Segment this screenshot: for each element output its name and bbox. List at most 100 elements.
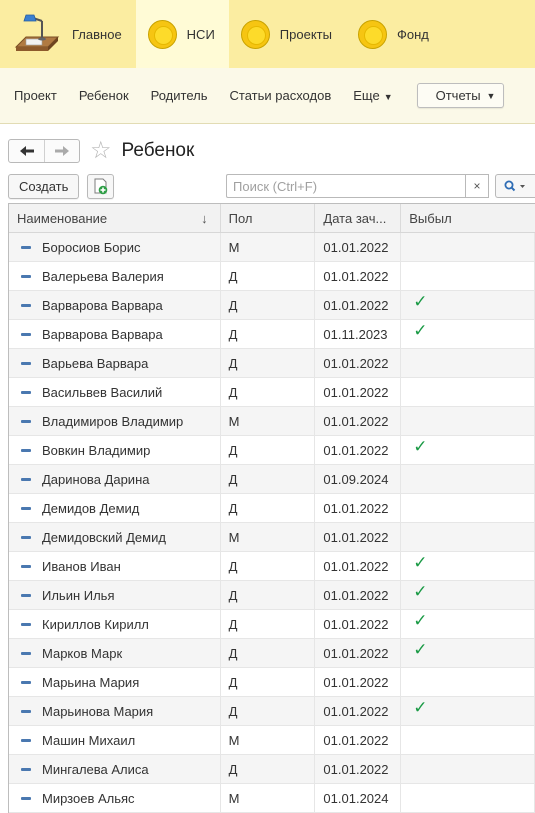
column-header-name[interactable]: Наименование ↓ (9, 204, 221, 232)
cell-left (401, 784, 535, 812)
coin-icon (357, 19, 387, 49)
search-input[interactable] (226, 174, 465, 198)
table-row[interactable]: Васильвев Василий Д 01.01.2022 (9, 378, 535, 407)
search-button[interactable] (495, 174, 535, 198)
cell-gender: Д (221, 291, 316, 319)
table-row[interactable]: Даринова Дарина Д 01.09.2024 (9, 465, 535, 494)
cell-gender: М (221, 784, 316, 812)
table-row[interactable]: Варварова Варвара Д 01.11.2023 ✓ (9, 320, 535, 349)
cell-left (401, 494, 535, 522)
column-header-gender[interactable]: Пол (221, 204, 316, 232)
cell-left: ✓ (401, 610, 535, 638)
catalog-item-icon (21, 593, 31, 597)
section-fund-label: Фонд (396, 26, 429, 42)
navigation-buttons (8, 139, 80, 163)
column-header-date[interactable]: Дата зач... (315, 204, 402, 232)
command-more[interactable]: Еще ▼ (353, 88, 392, 103)
cell-gender: Д (221, 581, 316, 609)
cell-date: 01.01.2022 (315, 668, 402, 696)
command-bar: Проект Ребенок Родитель Статьи расходов … (0, 68, 535, 124)
table-row[interactable]: Владимиров Владимир М 01.01.2022 (9, 407, 535, 436)
create-button[interactable]: Создать (8, 173, 80, 199)
clear-search-button[interactable]: × (465, 174, 489, 198)
table-row[interactable]: Марков Марк Д 01.01.2022 ✓ (9, 639, 535, 668)
cell-name: Демидовский Демид (9, 523, 221, 551)
child-name: Ильин Илья (42, 587, 115, 603)
section-nsi-label: НСИ (186, 26, 215, 42)
table-row[interactable]: Демидов Демид Д 01.01.2022 (9, 494, 535, 523)
table-row[interactable]: Мирзоев Альяс М 01.01.2024 (9, 784, 535, 813)
section-fund[interactable]: Фонд (346, 0, 443, 68)
command-expenses[interactable]: Статьи расходов (230, 88, 332, 103)
table-row[interactable]: Марьина Мария Д 01.01.2022 (9, 668, 535, 697)
page-title: Ребенок (121, 140, 195, 161)
catalog-item-icon (21, 535, 31, 539)
table-row[interactable]: Ильин Илья Д 01.01.2022 ✓ (9, 581, 535, 610)
column-header-left[interactable]: Выбыл (401, 204, 535, 232)
table-header: Наименование ↓ Пол Дата зач... Выбыл (9, 204, 535, 233)
copy-add-icon (94, 178, 107, 194)
cell-name: Марьинова Мария (9, 697, 221, 725)
back-button[interactable] (9, 140, 44, 162)
command-project[interactable]: Проект (14, 88, 57, 103)
section-nsi[interactable]: НСИ (135, 0, 229, 68)
cell-date: 01.01.2022 (315, 233, 402, 261)
child-name: Варварова Варвара (42, 297, 163, 313)
table-row[interactable]: Валерьева Валерия Д 01.01.2022 (9, 262, 535, 291)
command-parent[interactable]: Родитель (151, 88, 208, 103)
table-row[interactable]: Варьева Варвара Д 01.01.2022 (9, 349, 535, 378)
command-child[interactable]: Ребенок (79, 88, 129, 103)
table-row[interactable]: Варварова Варвара Д 01.01.2022 ✓ (9, 291, 535, 320)
cell-gender: Д (221, 465, 316, 493)
catalog-item-icon (21, 564, 31, 568)
child-name: Марьинова Мария (42, 703, 154, 719)
cell-gender: М (221, 523, 316, 551)
cell-date: 01.01.2022 (315, 378, 402, 406)
list-toolbar: Создать × (0, 171, 535, 201)
catalog-item-icon (21, 332, 31, 336)
cell-gender: Д (221, 697, 316, 725)
catalog-item-icon (21, 738, 31, 742)
section-main[interactable]: Главное (0, 0, 136, 68)
child-name: Демидовский Демид (42, 529, 166, 545)
table-row[interactable]: Машин Михаил М 01.01.2022 (9, 726, 535, 755)
table-row[interactable]: Марьинова Мария Д 01.01.2022 ✓ (9, 697, 535, 726)
section-projects[interactable]: Проекты (229, 0, 346, 68)
table-row[interactable]: Боросиов Борис М 01.01.2022 (9, 233, 535, 262)
cell-left (401, 726, 535, 754)
catalog-item-icon (21, 477, 31, 481)
checkmark-icon: ✓ (413, 640, 428, 659)
cell-left (401, 668, 535, 696)
forward-button[interactable] (44, 140, 79, 162)
cell-left: ✓ (401, 581, 535, 609)
reports-button[interactable]: Отчеты ▼ (416, 83, 505, 108)
cell-gender: Д (221, 378, 316, 406)
star-icon[interactable]: ☆ (90, 139, 112, 163)
cell-name: Машин Михаил (9, 726, 221, 754)
table-row[interactable]: Демидовский Демид М 01.01.2022 (9, 523, 535, 552)
child-name: Демидов Демид (42, 500, 140, 516)
table-row[interactable]: Вовкин Владимир Д 01.01.2022 ✓ (9, 436, 535, 465)
cell-name: Мингалева Алиса (9, 755, 221, 783)
table-row[interactable]: Кириллов Кирилл Д 01.01.2022 ✓ (9, 610, 535, 639)
cell-gender: Д (221, 639, 316, 667)
cell-name: Варварова Варвара (9, 291, 221, 319)
cell-left (401, 755, 535, 783)
cell-date: 01.01.2022 (315, 349, 402, 377)
chevron-down-icon: ▼ (383, 92, 393, 102)
cell-name: Демидов Демид (9, 494, 221, 522)
section-main-label: Главное (72, 26, 122, 42)
child-name: Мингалева Алиса (42, 761, 149, 777)
catalog-item-icon (21, 419, 31, 423)
checkmark-icon: ✓ (413, 611, 428, 630)
copy-button[interactable] (87, 173, 114, 199)
children-table: Наименование ↓ Пол Дата зач... Выбыл Бор… (8, 203, 535, 813)
table-row[interactable]: Мингалева Алиса Д 01.01.2022 (9, 755, 535, 784)
checkmark-icon: ✓ (413, 582, 428, 601)
search-box: × (226, 174, 535, 198)
child-name: Владимиров Владимир (42, 413, 184, 429)
cell-gender: Д (221, 349, 316, 377)
table-row[interactable]: Иванов Иван Д 01.01.2022 ✓ (9, 552, 535, 581)
desk-lamp-icon (12, 11, 62, 57)
catalog-item-icon (21, 361, 31, 365)
